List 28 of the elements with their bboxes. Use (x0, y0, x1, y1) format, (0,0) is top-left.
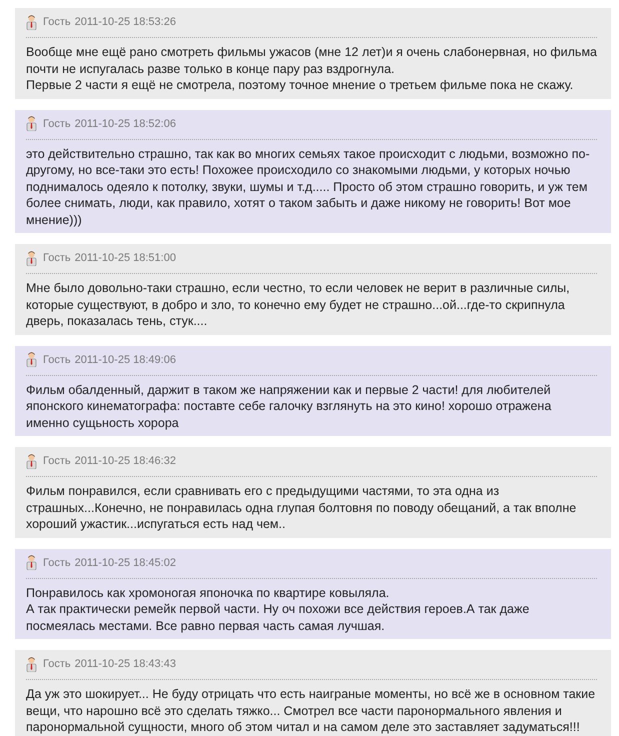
comment-time: 2011-10-25 18:43:43 (74, 658, 176, 670)
comment-author: Гость (43, 16, 71, 28)
comment-text: Фильм обалденный, даржит в таком же напряжении как и первые 2 части! для любителей японского кинематографа: поставте себе галочку взглянуть на это кино! хорошо отражена именно сущьность хорора (26, 382, 552, 431)
comment-text: Мне было довольно-таки страшно, если честно, то если человек не верит в различные силы, которые существуют, в добро и зло, то конечно ему будет не страшно...ой...где-то скрипнула дверь, показалась тень, стук.... (26, 280, 571, 330)
comment-text: Понравилось как хромоногая японочка по квартире ковыляла. А так практически ремейк первой части. Ну оч похожи все действия героев.А так даже посмеялась местами. Все равно первая часть самая лучшая. (26, 584, 530, 634)
user-avatar-icon (26, 454, 37, 468)
user-avatar-icon (26, 250, 37, 266)
user-avatar-icon (26, 656, 37, 672)
comment-author: Гость (43, 455, 71, 467)
comment-time: 2011-10-25 18:45:02 (74, 556, 176, 568)
comment-time: 2011-10-25 18:52:06 (74, 118, 176, 130)
comment-text: Да уж это шокирует... Не буду отрицать что есть наиграные моменты, но всё же в основном такие вещи, что нарошно всё это сделать тяжко... Смотрел все части паронормального явления и паронормальной сущности, много об этом читал и на самом деле это заставляет задуматься!!! (26, 686, 596, 736)
comment-time: 2011-10-25 18:46:32 (74, 455, 176, 467)
comment-author: Гость (43, 354, 71, 366)
comment-text: это действительно страшно, так как во многих семьях такое происходит с людьми, возможно по-другому, но все-таки это есть! Похожее происходило со знакомыми людьми, у которых ночью поднималось одеяло к потолку, звуки, шумы и т.д..... Просто об этом страшно говорить, и уж тем более снимать, люди, как правило, хотят о таком забыть и даже никому не говорить! Вот мое мнение))) (26, 146, 591, 228)
user-avatar-icon (26, 116, 37, 131)
comment-text: Фильм понравился, если сравнивать его с предыдущими частями, то эта одна из страшных...Конечно, не понравилась одна глупая болтовня по поводу обещаний, а так вполне хороший ужастик...испугаться есть над чем.. (26, 483, 578, 532)
comment-time: 2011-10-25 18:49:06 (74, 354, 176, 366)
user-avatar-icon (26, 352, 37, 367)
comment-time: 2011-10-25 18:53:26 (74, 16, 176, 28)
comment-author: Гость (43, 252, 71, 264)
comment-author: Гость (43, 118, 71, 130)
comment-time: 2011-10-25 18:51:00 (74, 252, 176, 264)
comment-author: Гость (43, 556, 71, 568)
comment-author: Гость (43, 658, 71, 670)
user-avatar-icon (26, 14, 37, 30)
comment-text: Вообще мне ещё рано смотреть фильмы ужасов (мне 12 лет)и я очень слабонервная, но фильма почти не испугалась разве только в конце пару раз вздрогнула. Первые 2 части я ещё не смотрела, поэтому точное мнение о третьем фильме пока не скажу. (26, 44, 597, 94)
user-avatar-icon (26, 555, 37, 570)
